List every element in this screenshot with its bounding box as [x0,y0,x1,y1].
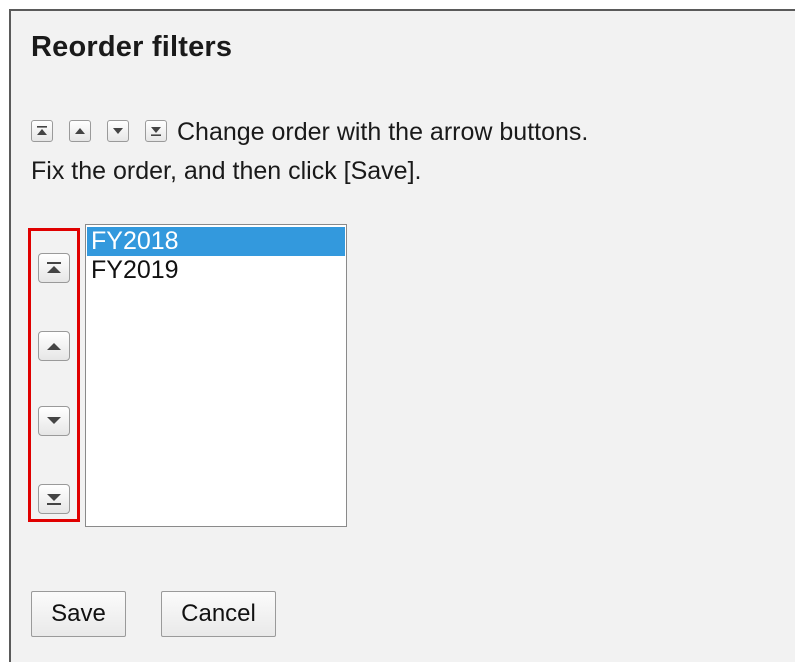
instructions: Change order with the arrow buttons. Fix… [31,113,588,191]
legend-arrow-icons [31,120,167,143]
cancel-button[interactable]: Cancel [161,591,276,637]
reorder-filters-panel: Reorder filters Change order with the ar… [9,9,795,662]
save-button[interactable]: Save [31,591,126,637]
move-to-top-icon [31,120,53,143]
filter-option-fy2019[interactable]: FY2019 [87,256,345,285]
move-down-icon [47,417,61,424]
filter-listbox[interactable]: FY2018 FY2019 [85,224,347,527]
move-to-bottom-icon [47,494,61,505]
move-to-bottom-button[interactable] [38,484,70,514]
order-controls [28,228,80,522]
filter-option-fy2018[interactable]: FY2018 [87,227,345,256]
instructions-text-2: Fix the order, and then click [Save]. [31,157,422,185]
move-up-button[interactable] [38,331,70,361]
move-down-icon [107,120,129,143]
move-to-top-button[interactable] [38,253,70,283]
move-to-bottom-icon [145,120,167,143]
page-title: Reorder filters [31,31,233,63]
move-up-icon [47,343,61,350]
move-down-button[interactable] [38,406,70,436]
instructions-line-1: Change order with the arrow buttons. [31,113,588,152]
move-to-top-icon [47,262,61,273]
instructions-text-1: Change order with the arrow buttons. [177,118,589,146]
move-up-icon [69,120,91,143]
